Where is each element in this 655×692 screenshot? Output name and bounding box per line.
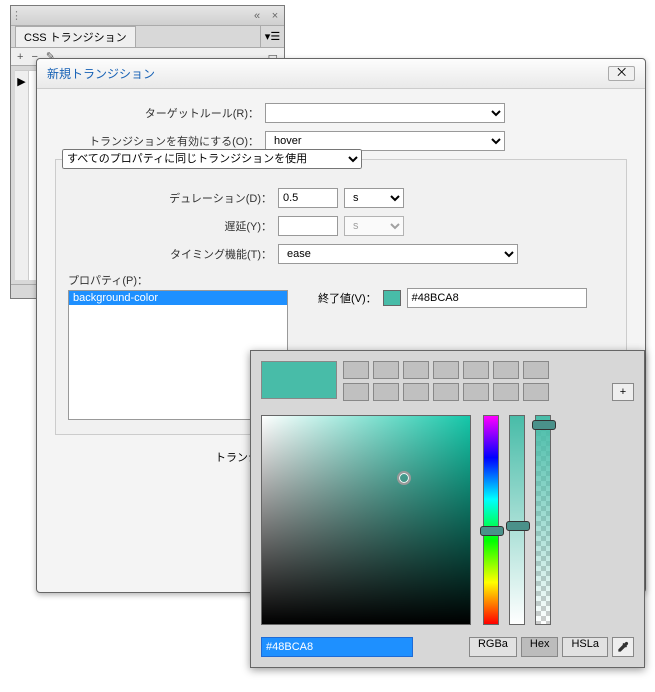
duration-label: デュレーション(D)： [68,190,278,206]
end-value-label: 終了値(V)： [318,290,377,306]
color-cursor-icon[interactable] [397,471,411,485]
expand-arrow[interactable]: ▶ [15,71,29,280]
swatch-slot[interactable] [373,361,399,379]
swatch-slot[interactable] [493,361,519,379]
current-color-swatch [261,361,337,399]
add-button[interactable]: + [17,51,23,63]
rgba-tab[interactable]: RGBa [469,637,517,657]
panel-titlebar: ⋮ « × [11,6,284,26]
slider-thumb[interactable] [506,521,530,531]
enable-on-label: トランジションを有効にする(O)： [55,133,265,149]
hsla-tab[interactable]: HSLa [562,637,608,657]
color-swatch[interactable] [383,290,401,306]
timing-select[interactable]: ease [278,244,518,264]
panel-menu-button[interactable]: ▾☰ [260,26,284,47]
target-rule-label: ターゲットルール(R)： [55,105,265,121]
hex-input[interactable] [261,637,413,657]
grip-icon: ⋮ [11,9,21,22]
panel-collapse-button[interactable]: « [248,10,266,22]
sat-slider[interactable] [509,415,525,625]
hue-slider[interactable] [483,415,499,625]
slider-thumb[interactable] [480,526,504,536]
swatch-slot[interactable] [463,383,489,401]
target-rule-select[interactable] [265,103,505,123]
add-swatch-button[interactable]: + [612,383,634,401]
swatch-slot[interactable] [343,383,369,401]
enable-on-select[interactable]: hover [265,131,505,151]
swatch-slot[interactable] [433,361,459,379]
duration-input[interactable] [278,188,338,208]
swatch-slot[interactable] [463,361,489,379]
eyedropper-button[interactable] [612,637,634,657]
swatch-slot[interactable] [523,383,549,401]
panel-close-button[interactable]: × [266,10,284,22]
swatch-slot[interactable] [373,383,399,401]
mode-select[interactable]: すべてのプロパティに同じトランジションを使用 [62,149,362,169]
swatch-slot[interactable] [523,361,549,379]
delay-label: 遅延(Y)： [68,218,278,234]
swatch-slot[interactable] [493,383,519,401]
dialog-close-button[interactable]: ⨉ [608,66,635,81]
end-value-field[interactable]: #48BCA8 [407,288,587,308]
slider-thumb[interactable] [532,420,556,430]
color-field[interactable] [261,415,471,625]
swatch-slot[interactable] [433,383,459,401]
timing-label: タイミング機能(T)： [68,246,278,262]
swatch-grid [343,361,549,401]
hex-tab[interactable]: Hex [521,637,559,657]
swatch-slot[interactable] [403,361,429,379]
delay-input[interactable] [278,216,338,236]
color-picker: + RGBa Hex HSLa [250,350,645,668]
delay-unit-select[interactable]: s [344,216,404,236]
panel-tab-row: CSS トランジション ▾☰ [11,26,284,48]
property-label: プロパティ(P)： [68,272,288,288]
dialog-titlebar: 新規トランジション ⨉ [37,59,645,89]
swatch-slot[interactable] [403,383,429,401]
duration-unit-select[interactable]: s [344,188,404,208]
panel-tab-css-transition[interactable]: CSS トランジション [15,26,136,47]
save-to-label: トランジ [55,449,265,465]
eyedropper-icon [616,640,630,654]
dialog-title: 新規トランジション [47,65,155,82]
alpha-slider[interactable] [535,415,551,625]
list-item[interactable]: background-color [69,291,287,305]
swatch-slot[interactable] [343,361,369,379]
